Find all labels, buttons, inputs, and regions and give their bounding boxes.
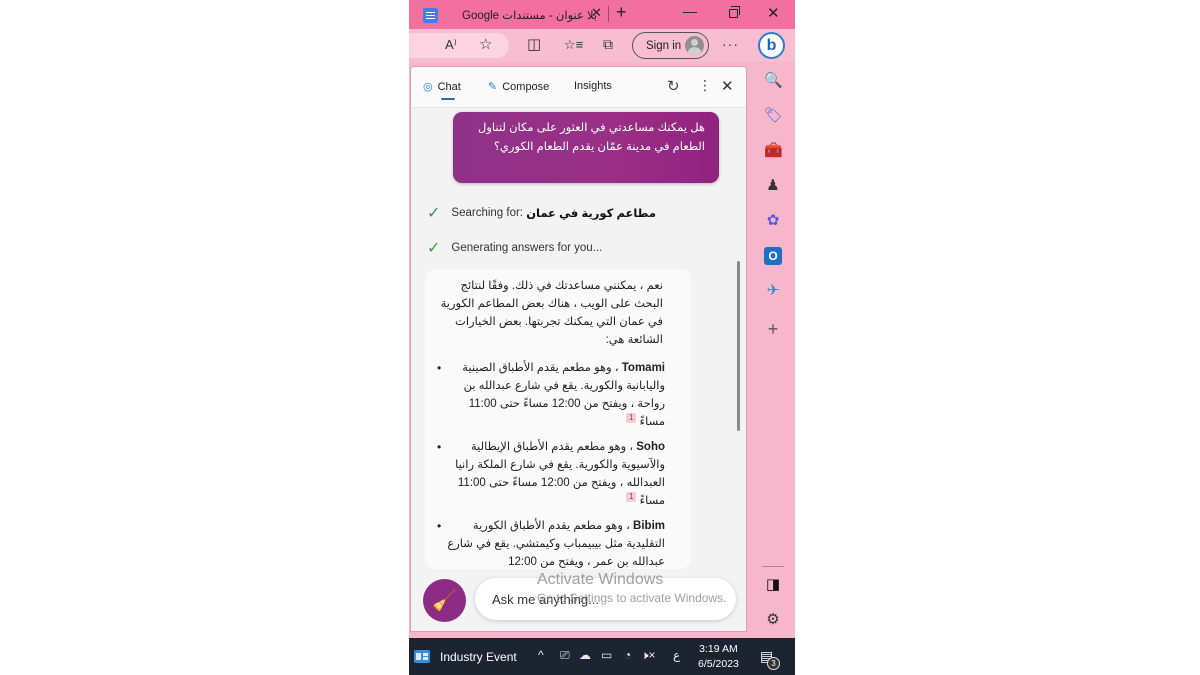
chat-input-area: 🧹 xyxy=(411,571,746,631)
favorites-icon[interactable]: ☆≡ xyxy=(564,37,583,53)
browser-toolbar: A⁾ ☆ ◫ ☆≡ ⧉ Sign in ··· b xyxy=(409,29,795,62)
restaurant-name: Tomami xyxy=(621,362,665,374)
refresh-icon[interactable]: ↻ xyxy=(667,77,680,95)
widgets-label[interactable]: Industry Event xyxy=(440,650,517,664)
status-generating-text: Generating answers for you... xyxy=(451,242,603,254)
bullet: • xyxy=(437,361,442,375)
compose-icon: ✎ xyxy=(488,81,498,93)
browser-tab[interactable]: بلا عنوان - مستندات Google xyxy=(412,2,608,28)
onedrive-cloud-icon[interactable]: ☁ xyxy=(579,648,591,662)
sidebar-divider xyxy=(762,566,784,567)
settings-gear-icon[interactable]: ⚙ xyxy=(764,611,782,629)
google-docs-icon xyxy=(423,7,438,23)
panel-more-icon[interactable]: ⋮ xyxy=(698,77,712,94)
volume-muted-icon[interactable]: 🕨× xyxy=(641,648,656,663)
widgets-icon[interactable] xyxy=(414,650,430,663)
more-options-icon[interactable]: ··· xyxy=(722,36,739,52)
citation-badge[interactable]: 1 xyxy=(626,492,637,503)
tab-insights-label: Insights xyxy=(574,80,612,92)
tab-chat-label: Chat xyxy=(437,80,461,93)
meet-now-icon[interactable]: ⎚ xyxy=(560,648,570,663)
user-message-bubble: هل يمكنك مساعدتي في العثور على مكان لتنا… xyxy=(453,112,719,183)
tab-title: بلا عنوان - مستندات Google xyxy=(462,10,598,22)
show-hidden-icons-chevron[interactable]: ^ xyxy=(538,648,544,662)
answer-list-item: • Tomami ، وهو مطعم يقدم الأطباق الصينية… xyxy=(437,359,665,431)
battery-icon[interactable]: ▭ xyxy=(601,648,612,662)
copilot-sidebar-panel: ◎ Chat ✎ Compose Insights ↻ ⋮ ✕ هل يمكنك… xyxy=(410,66,747,632)
sign-in-button[interactable]: Sign in xyxy=(632,32,709,59)
microsoft-365-icon[interactable]: ✿ xyxy=(764,212,782,230)
collections-icon[interactable]: ⧉ xyxy=(603,36,613,53)
shopping-tag-icon[interactable]: 🏷 xyxy=(764,107,783,125)
edge-sidebar: 🔍 🏷 🧰 ♟ ✿ O ✈ + ◨ ⚙ xyxy=(752,62,795,638)
add-icon[interactable]: + xyxy=(764,320,782,338)
close-window-button[interactable]: ✕ xyxy=(767,4,780,22)
status-generating: ✓ Generating answers for you... xyxy=(427,238,602,258)
copilot-bing-icon[interactable]: b xyxy=(758,32,785,59)
answer-list-item: • Soho ، وهو مطعم يقدم الأطباق الإيطالية… xyxy=(437,438,665,510)
drop-icon[interactable]: ✈ xyxy=(764,282,782,300)
answer-intro: نعم ، يمكنني مساعدتك في ذلك. وفقًا لنتائ… xyxy=(440,280,663,346)
restaurant-name: Soho xyxy=(636,441,665,453)
restore-button[interactable] xyxy=(729,6,740,18)
tab-insights[interactable]: Insights xyxy=(574,80,612,92)
search-icon[interactable]: 🔍 xyxy=(764,72,783,90)
title-bar: بلا عنوان - مستندات Google ✕ + — ✕ xyxy=(409,0,795,29)
favorite-star-icon[interactable]: ☆ xyxy=(479,35,492,53)
tab-chat[interactable]: ◎ Chat xyxy=(423,80,461,94)
browser-window: بلا عنوان - مستندات Google ✕ + — ✕ A⁾ ☆ … xyxy=(409,0,795,675)
sign-in-label: Sign in xyxy=(646,39,682,52)
checkmark-icon: ✓ xyxy=(427,240,441,257)
tab-compose-label: Compose xyxy=(502,80,550,93)
search-query: مطاعم كورية في عمان xyxy=(526,208,656,220)
games-icon[interactable]: ♟ xyxy=(764,177,782,195)
status-searching: ✓ Searching for: مطاعم كورية في عمان xyxy=(427,203,656,223)
clock-date: 6/5/2023 xyxy=(698,658,739,670)
chat-icon: ◎ xyxy=(423,81,433,93)
windows-taskbar: Industry Event ^ ⎚ ☁ ▭ ◔ 🕨× ع 3:19 AM 6/… xyxy=(409,638,795,675)
wifi-icon[interactable]: ◔ xyxy=(624,648,631,662)
panel-close-icon[interactable]: ✕ xyxy=(721,77,734,95)
bullet: • xyxy=(437,519,442,533)
panel-header: ◎ Chat ✎ Compose Insights ↻ ⋮ ✕ xyxy=(411,67,746,108)
toolbox-icon[interactable]: 🧰 xyxy=(764,142,783,160)
hide-sidebar-icon[interactable]: ◨ xyxy=(764,576,782,594)
read-aloud-icon[interactable]: A⁾ xyxy=(445,37,457,53)
ask-me-anything-input[interactable] xyxy=(475,578,736,620)
answer-card: نعم ، يمكنني مساعدتك في ذلك. وفقًا لنتائ… xyxy=(425,269,691,569)
avatar-icon xyxy=(685,36,704,55)
minimize-button[interactable]: — xyxy=(683,3,697,19)
split-screen-icon[interactable]: ◫ xyxy=(527,35,541,53)
tab-divider xyxy=(608,6,609,22)
bullet: • xyxy=(437,440,442,454)
status-searching-prefix: Searching for: xyxy=(451,207,527,219)
new-tab-button[interactable]: + xyxy=(616,2,627,23)
notification-count-badge: 3 xyxy=(767,657,780,670)
tab-compose[interactable]: ✎ Compose xyxy=(488,80,550,94)
language-indicator[interactable]: ع xyxy=(673,648,680,662)
broom-icon: 🧹 xyxy=(432,590,457,612)
citation-badge[interactable]: 1 xyxy=(626,413,637,424)
chat-scrollbar[interactable] xyxy=(737,261,740,431)
new-topic-broom-button[interactable]: 🧹 xyxy=(423,579,466,622)
clock[interactable]: 3:19 AM 6/5/2023 xyxy=(698,642,739,672)
address-bar[interactable] xyxy=(409,33,509,58)
active-tab-indicator xyxy=(441,98,455,100)
outlook-icon[interactable]: O xyxy=(764,247,782,265)
tab-close-button[interactable]: ✕ xyxy=(591,5,602,21)
answer-list-item: • Bibim ، وهو مطعم يقدم الأطباق الكورية … xyxy=(437,517,665,569)
clock-time: 3:19 AM xyxy=(699,643,738,655)
checkmark-icon: ✓ xyxy=(427,205,441,222)
restaurant-name: Bibim xyxy=(633,520,665,532)
